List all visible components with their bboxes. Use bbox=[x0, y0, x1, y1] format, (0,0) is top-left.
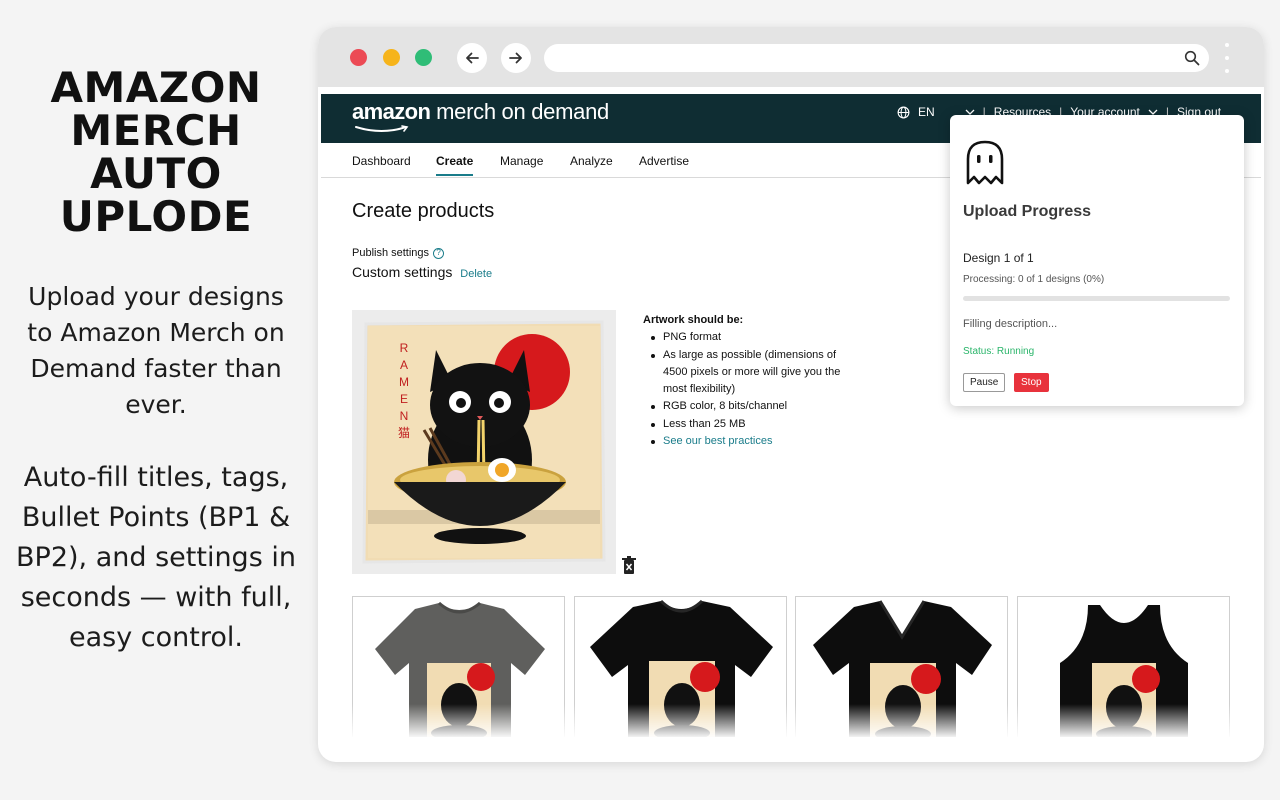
window-close-dot[interactable] bbox=[350, 49, 367, 66]
artwork-requirements: Artwork should be: PNG format As large a… bbox=[643, 312, 853, 450]
custom-settings-row: Custom settings Delete bbox=[352, 264, 492, 280]
window-maximize-dot[interactable] bbox=[415, 49, 432, 66]
list-item: As large as possible (dimensions of 4500… bbox=[643, 347, 853, 399]
forward-button[interactable] bbox=[501, 43, 531, 73]
popup-title: Upload Progress bbox=[963, 203, 1092, 220]
requirements-title: Artwork should be: bbox=[643, 314, 744, 326]
artwork-vertical-text: RAMEN猫 bbox=[398, 341, 411, 440]
globe-icon bbox=[897, 106, 910, 118]
list-item: Less than 25 MB bbox=[643, 416, 853, 433]
artwork-preview[interactable]: RAMEN猫 bbox=[352, 310, 616, 574]
browser-toolbar bbox=[318, 27, 1264, 87]
promo-title-line: UPLODE bbox=[59, 192, 253, 241]
promo-title-line: AUTO bbox=[90, 149, 222, 198]
status-indicator: Status: Running bbox=[963, 346, 1035, 357]
list-item: RGB color, 8 bits/channel bbox=[643, 398, 853, 415]
search-icon[interactable] bbox=[1184, 50, 1200, 66]
promo-panel: AMAZON MERCH AUTO UPLODE Upload your des… bbox=[0, 0, 312, 800]
logo-merch-on-demand: merch on demand bbox=[430, 99, 609, 124]
logo-amazon: amazon bbox=[352, 99, 431, 124]
page-title: Create products bbox=[352, 200, 495, 222]
ghost-icon bbox=[966, 140, 1004, 185]
arrow-left-icon bbox=[466, 52, 479, 64]
progress-bar bbox=[963, 296, 1230, 301]
merch-logo[interactable]: amazon merch on demand bbox=[352, 99, 609, 132]
amazon-smile-icon bbox=[355, 125, 409, 132]
arrow-right-icon bbox=[509, 52, 522, 64]
tab-advertise[interactable]: Advertise bbox=[639, 154, 689, 168]
address-bar[interactable] bbox=[544, 44, 1209, 72]
tab-manage[interactable]: Manage bbox=[500, 154, 543, 168]
current-step: Filling description... bbox=[963, 318, 1058, 330]
promo-title: AMAZON MERCH AUTO UPLODE bbox=[0, 66, 312, 238]
promo-paragraph-upload: Upload your designs to Amazon Merch on D… bbox=[27, 282, 285, 419]
publish-settings-label: Publish settings ? bbox=[352, 247, 445, 259]
ramen-cat-artwork bbox=[362, 320, 606, 564]
upload-progress-popup: Upload Progress Design 1 of 1 Processing… bbox=[950, 115, 1244, 406]
publish-settings-text: Publish settings bbox=[352, 247, 430, 259]
requirements-list: PNG format As large as possible (dimensi… bbox=[643, 329, 853, 450]
list-item: PNG format bbox=[643, 329, 853, 346]
tab-create[interactable]: Create bbox=[436, 154, 474, 176]
browser-menu-icon[interactable] bbox=[1224, 43, 1230, 73]
pause-button[interactable]: Pause bbox=[963, 373, 1006, 392]
promo-paragraph-autofill: Auto-fill titles, tags, Bullet Points (B… bbox=[16, 462, 296, 653]
tab-analyze[interactable]: Analyze bbox=[570, 154, 613, 168]
help-icon[interactable]: ? bbox=[433, 247, 445, 259]
design-counter: Design 1 of 1 bbox=[963, 251, 1034, 265]
promo-title-line: AMAZON bbox=[50, 63, 262, 112]
bottom-fade bbox=[321, 704, 1261, 737]
promo-title-line: MERCH bbox=[70, 106, 242, 155]
best-practices-link[interactable]: See our best practices bbox=[643, 433, 853, 450]
processing-status: Processing: 0 of 1 designs (0%) bbox=[963, 274, 1105, 285]
stop-button[interactable]: Stop bbox=[1014, 373, 1049, 392]
custom-settings-label: Custom settings bbox=[352, 264, 453, 280]
back-button[interactable] bbox=[457, 43, 487, 73]
language-selector[interactable]: EN bbox=[918, 105, 935, 119]
delete-artwork-icon[interactable] bbox=[622, 556, 636, 575]
delete-settings-link[interactable]: Delete bbox=[460, 268, 492, 280]
window-minimize-dot[interactable] bbox=[383, 49, 400, 66]
tab-dashboard[interactable]: Dashboard bbox=[352, 154, 411, 168]
